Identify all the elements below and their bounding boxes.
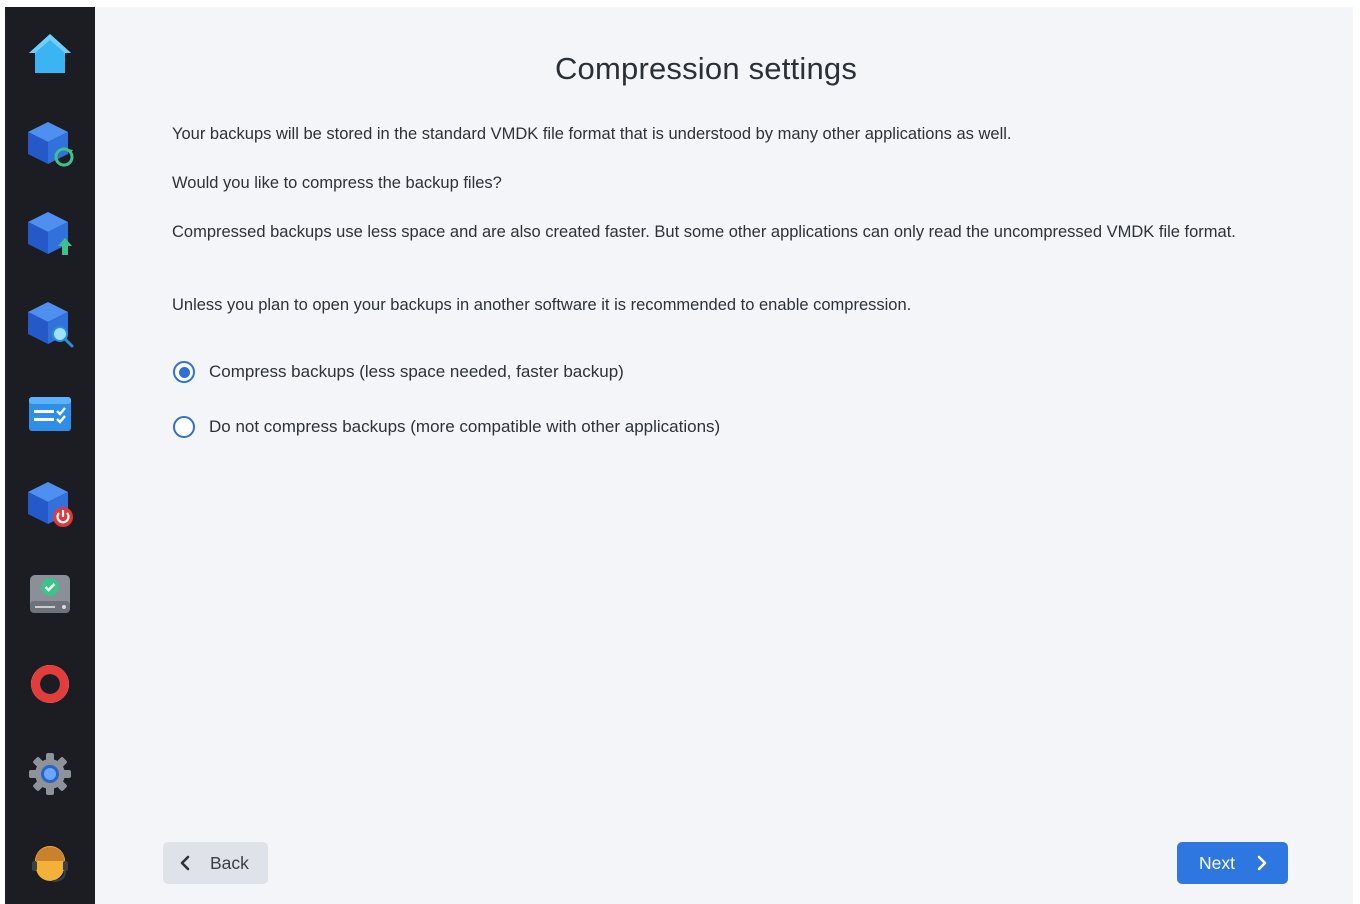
support-agent-icon xyxy=(32,846,68,882)
sidebar-item-backup[interactable] xyxy=(5,109,95,179)
sidebar-item-upload[interactable] xyxy=(5,199,95,269)
info-text-question: Would you like to compress the backup fi… xyxy=(172,174,502,192)
lifebuoy-icon xyxy=(31,665,69,703)
no-compress-option[interactable]: Do not compress backups (more compatible… xyxy=(173,416,720,438)
next-button[interactable]: Next xyxy=(1177,842,1288,884)
no-compress-radio[interactable] xyxy=(173,416,195,438)
compress-radio[interactable] xyxy=(173,361,195,383)
back-button[interactable]: Back xyxy=(163,842,268,884)
info-text-recommendation: Unless you plan to open your backups in … xyxy=(172,296,912,314)
home-icon xyxy=(29,34,71,73)
backup-search-icon xyxy=(28,302,74,348)
main-content: Compression settings Your backups will b… xyxy=(95,7,1353,904)
gear-icon xyxy=(29,753,71,795)
sidebar-item-settings[interactable] xyxy=(5,739,95,809)
backup-upload-icon xyxy=(28,212,72,255)
sidebar-item-explore[interactable] xyxy=(5,289,95,359)
sidebar xyxy=(5,7,95,904)
drive-check-icon xyxy=(30,575,70,613)
sidebar-item-home[interactable] xyxy=(5,19,95,89)
compress-option-label: Compress backups (less space needed, fas… xyxy=(209,362,624,381)
back-button-label: Back xyxy=(210,852,249,873)
no-compress-option-label: Do not compress backups (more compatible… xyxy=(209,417,721,436)
sidebar-item-shutdown[interactable] xyxy=(5,469,95,539)
page-title: Compression settings xyxy=(554,51,858,86)
info-text-format: Your backups will be stored in the stand… xyxy=(172,125,1012,143)
backup-restore-icon xyxy=(28,122,74,167)
backup-shutdown-icon xyxy=(28,482,73,527)
info-text-tradeoff: Compressed backups use less space and ar… xyxy=(172,223,1236,241)
sidebar-item-drive[interactable] xyxy=(5,559,95,629)
next-button-label: Next xyxy=(1199,852,1235,873)
task-list-icon xyxy=(29,397,71,431)
sidebar-item-help[interactable] xyxy=(5,649,95,719)
chevron-right-icon xyxy=(1257,855,1267,871)
sidebar-item-support[interactable] xyxy=(5,829,95,899)
compress-option[interactable]: Compress backups (less space needed, fas… xyxy=(173,361,624,383)
radio-selected-dot xyxy=(178,366,190,378)
sidebar-item-tasks[interactable] xyxy=(5,379,95,449)
chevron-left-icon xyxy=(180,855,190,871)
